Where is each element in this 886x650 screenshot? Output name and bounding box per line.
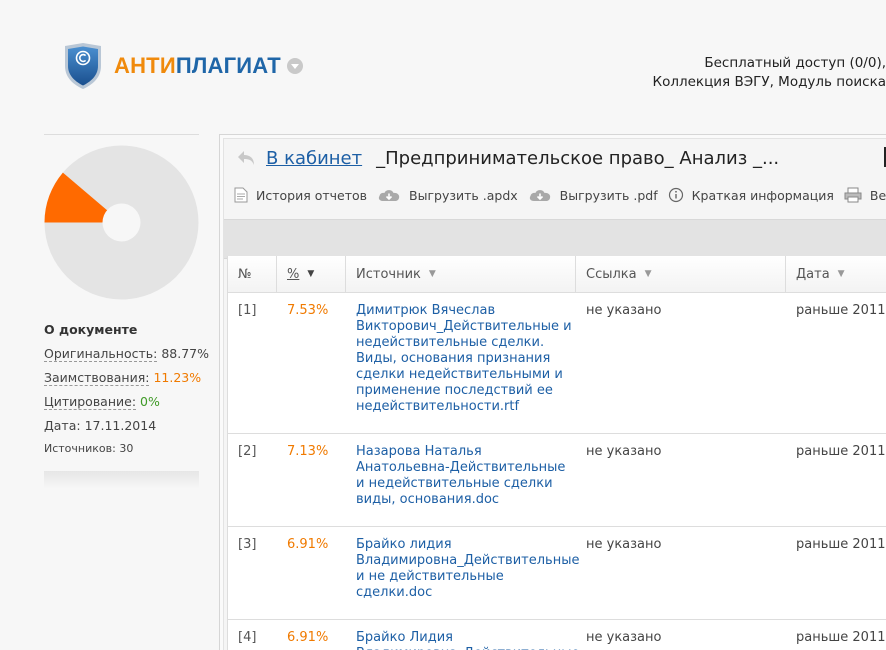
brand-part1: АНТИ (114, 53, 176, 78)
column-header-date[interactable]: Дата ▼ (786, 256, 886, 292)
link-header-label: Ссылка (586, 266, 637, 282)
sort-icon: ▼ (428, 269, 436, 279)
brief-info-label: Краткая информация (691, 187, 834, 203)
cloud-download-icon (529, 190, 550, 201)
history-label: История отчетов (256, 187, 368, 203)
table-header: № % ▼ Источник ▼ Ссылка ▼ Дата ▼ (228, 256, 886, 293)
sidebar-divider (44, 471, 199, 489)
export-pdf-label: Выгрузить .pdf (559, 187, 658, 203)
originality-stat: Оригинальность: 88.77% (44, 346, 209, 362)
column-header-link[interactable]: Ссылка ▼ (576, 256, 786, 292)
brief-info-button[interactable]: Краткая информация (668, 187, 834, 203)
report-titlebar: В кабинет _Предпринимательское право_ Ан… (224, 139, 886, 177)
back-arrow-icon[interactable] (236, 149, 256, 167)
document-title: _Предпринимательское право_ Анализ _... (376, 147, 780, 169)
filter-bar (224, 219, 886, 259)
report-toolbar: История отчетов Выгрузить .apdx Выгрузит… (224, 177, 886, 213)
collection-info: Коллекция ВЭГУ, Модуль поиска (652, 74, 886, 90)
source-header-label: Источник (356, 266, 421, 282)
row-link: не указано (586, 630, 662, 645)
date-label: Дата: (44, 418, 81, 433)
table-row[interactable]: [4] 6.91% Брайко Лидия Владимировна_Дейс… (228, 620, 886, 650)
pie-center-hole (102, 203, 141, 242)
row-number: [1] (238, 303, 257, 318)
row-percent: 6.91% (287, 537, 329, 552)
table-row[interactable]: [3] 6.91% Брайко лидия Владимировна_Дейс… (228, 527, 886, 620)
history-button[interactable]: История отчетов (234, 187, 367, 203)
row-date: раньше 2011 года (796, 537, 886, 552)
printer-icon (844, 187, 862, 203)
chevron-down-icon[interactable] (286, 58, 303, 74)
borrowing-stat: Заимствования: 11.23% (44, 370, 202, 386)
row-number: [4] (238, 630, 257, 645)
sources-table: № % ▼ Источник ▼ Ссылка ▼ Дата ▼ [1] 7.5… (227, 256, 886, 650)
column-header-source[interactable]: Источник ▼ (346, 256, 576, 292)
row-source[interactable]: Брайко лидия Владимировна_Действительные… (346, 527, 579, 619)
document-sidebar: О документе Оригинальность: 88.77% Заимс… (44, 134, 209, 489)
row-source[interactable]: Димитрюк Вячеслав Викторович_Действитель… (346, 293, 576, 433)
row-link: не указано (586, 537, 662, 552)
sources-value: 30 (119, 442, 134, 455)
percent-header-label: % (287, 266, 300, 282)
originality-pie-chart (44, 145, 199, 300)
date-value: 17.11.2014 (84, 418, 157, 433)
num-header-label: № (238, 266, 252, 282)
citation-label[interactable]: Цитирование: (44, 394, 137, 410)
brand-name: АНТИПЛАГИАТ (114, 53, 281, 79)
column-header-percent[interactable]: % ▼ (277, 256, 346, 292)
info-icon (668, 187, 683, 203)
borrowing-value: 11.23% (153, 370, 202, 385)
export-apdx-button[interactable]: Выгрузить .apdx (377, 187, 518, 203)
row-source[interactable]: Брайко Лидия Владимировна_Действительные (346, 620, 579, 650)
row-percent: 7.13% (287, 444, 329, 459)
export-pdf-button[interactable]: Выгрузить .pdf (528, 187, 658, 203)
row-number: [2] (238, 444, 257, 459)
row-date: раньше 2011 года (796, 630, 886, 645)
access-status: Бесплатный доступ (0/0), (704, 55, 886, 71)
brand-part2: ПЛАГИАТ (175, 53, 281, 78)
table-row[interactable]: [1] 7.53% Димитрюк Вячеслав Викторович_Д… (228, 293, 886, 434)
citation-value: 0% (140, 394, 160, 409)
version-label: Вер (869, 187, 886, 203)
version-button[interactable]: Вер (844, 187, 886, 203)
date-header-label: Дата (796, 266, 830, 282)
account-info: Бесплатный доступ (0/0), Коллекция ВЭГУ,… (626, 54, 886, 92)
export-apdx-label: Выгрузить .apdx (409, 187, 518, 203)
column-header-num[interactable]: № (228, 256, 277, 292)
sort-icon: ▼ (644, 269, 652, 279)
antiplagiat-logo[interactable]: АНТИПЛАГИАТ (62, 42, 303, 90)
sort-icon: ▼ (837, 269, 845, 279)
sources-label: Источников: (44, 442, 116, 455)
borrowing-label[interactable]: Заимствования: (44, 370, 150, 386)
cloud-download-icon (378, 190, 400, 201)
row-number: [3] (238, 537, 257, 552)
row-source[interactable]: Назарова Наталья Анатольевна-Действитель… (346, 434, 576, 526)
about-document-title: О документе (44, 322, 138, 337)
sources-stat: Источников: 30 (44, 442, 199, 455)
citation-stat: Цитирование: 0% (44, 394, 199, 410)
date-stat: Дата: 17.11.2014 (44, 418, 199, 433)
row-percent: 7.53% (287, 303, 329, 318)
originality-value: 88.77% (161, 346, 209, 361)
report-panel: В кабинет _Предпринимательское право_ Ан… (219, 134, 886, 650)
table-row[interactable]: [2] 7.13% Назарова Наталья Анатольевна-Д… (228, 434, 886, 527)
row-link: не указано (586, 444, 662, 459)
sort-desc-icon: ▼ (307, 269, 315, 279)
shield-copyright-icon (65, 43, 101, 89)
originality-label[interactable]: Оригинальность: (44, 346, 158, 362)
row-link: не указано (586, 303, 662, 318)
row-date: раньше 2011 года (796, 303, 886, 318)
row-percent: 6.91% (287, 630, 329, 645)
cabinet-link[interactable]: В кабинет (266, 148, 362, 169)
pie-svg (44, 145, 199, 300)
document-icon (234, 187, 248, 203)
row-date: раньше 2011 года (796, 444, 886, 459)
